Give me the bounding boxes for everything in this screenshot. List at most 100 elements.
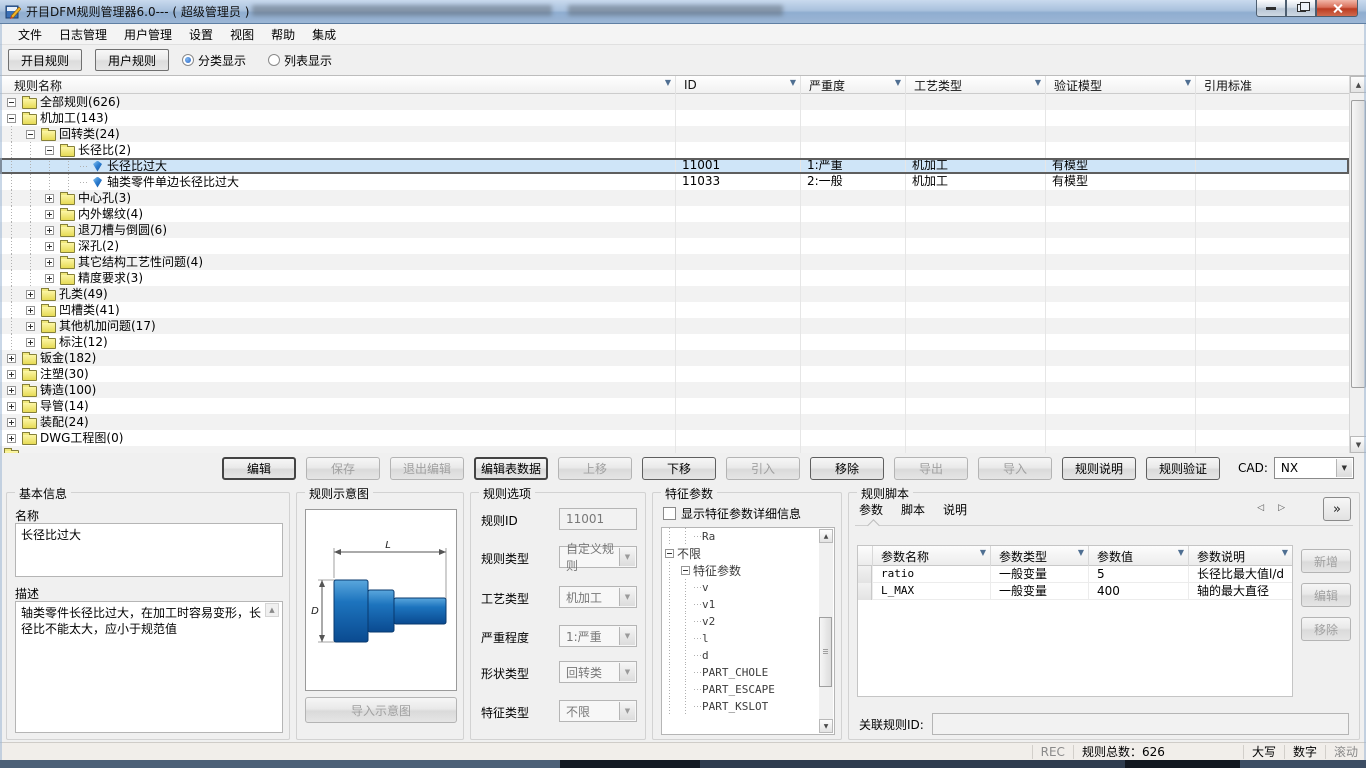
menu-item-1[interactable]: 日志管理 xyxy=(59,26,107,43)
close-button[interactable] xyxy=(1316,0,1358,17)
collapse-icon[interactable] xyxy=(7,114,16,123)
expand-icon[interactable] xyxy=(7,370,16,379)
sort-dropdown-icon[interactable] xyxy=(980,548,986,557)
option-select-1[interactable]: 自定义规则 xyxy=(559,546,637,568)
action-button-9[interactable]: 导入 xyxy=(978,457,1052,480)
tree-row[interactable]: 全部规则(626) xyxy=(0,94,1349,110)
expand-icon[interactable] xyxy=(45,258,54,267)
tree-row[interactable]: DWG工程图(0) xyxy=(0,430,1349,446)
tree-row[interactable]: 注塑(30) xyxy=(0,366,1349,382)
expand-panel-button[interactable] xyxy=(1323,497,1351,521)
feature-tree-item[interactable]: l xyxy=(662,630,834,647)
sort-dropdown-icon[interactable] xyxy=(790,78,796,87)
menu-item-5[interactable]: 帮助 xyxy=(271,26,295,43)
tree-row[interactable]: 钣金(182) xyxy=(0,350,1349,366)
tree-row[interactable] xyxy=(0,446,1349,453)
restore-button[interactable] xyxy=(1286,0,1316,17)
action-button-1[interactable]: 保存 xyxy=(306,457,380,480)
name-input[interactable]: 长径比过大 xyxy=(15,523,283,577)
sort-dropdown-icon[interactable] xyxy=(1185,78,1191,87)
column-header-3[interactable]: 工艺类型 xyxy=(905,76,1045,94)
collapse-icon[interactable] xyxy=(681,566,690,575)
param-row-selector[interactable] xyxy=(858,566,872,583)
param-row-selector[interactable] xyxy=(858,583,872,600)
minimize-button[interactable] xyxy=(1256,0,1286,17)
tree-row[interactable]: 内外螺纹(4) xyxy=(0,206,1349,222)
param-column-header-2[interactable]: 参数值 xyxy=(1088,546,1188,566)
action-button-2[interactable]: 退出编辑 xyxy=(390,457,464,480)
action-button-6[interactable]: 引入 xyxy=(726,457,800,480)
tree-row[interactable]: 中心孔(3) xyxy=(0,190,1349,206)
action-button-8[interactable]: 导出 xyxy=(894,457,968,480)
feature-tree-item[interactable]: 不限 xyxy=(662,545,834,562)
scroll-up-icon[interactable] xyxy=(265,603,279,617)
tree-row[interactable]: 装配(24) xyxy=(0,414,1349,430)
expand-icon[interactable] xyxy=(7,434,16,443)
radio-category-display[interactable]: 分类显示 xyxy=(182,52,246,69)
column-header-4[interactable]: 验证模型 xyxy=(1045,76,1195,94)
scroll-down-icon[interactable] xyxy=(819,719,833,733)
feature-tree-item[interactable]: PART_CHOLE xyxy=(662,664,834,681)
show-details-checkbox[interactable]: 显示特征参数详细信息 xyxy=(663,505,801,522)
tree-row[interactable]: 回转类(24) xyxy=(0,126,1349,142)
expand-icon[interactable] xyxy=(45,274,54,283)
scrollbar-thumb[interactable] xyxy=(819,617,832,687)
column-header-5[interactable]: 引用标准 xyxy=(1195,76,1366,94)
expand-icon[interactable] xyxy=(7,418,16,427)
tree-row[interactable]: 机加工(143) xyxy=(0,110,1349,126)
action-button-0[interactable]: 编辑 xyxy=(222,457,296,480)
tree-row[interactable]: 标注(12) xyxy=(0,334,1349,350)
collapse-icon[interactable] xyxy=(26,130,35,139)
dropdown-arrow-icon[interactable] xyxy=(1336,459,1352,477)
param-row[interactable]: ratio一般变量5长径比最大值l/d xyxy=(858,566,1292,583)
user-rules-button[interactable]: 用户规则 xyxy=(95,49,169,71)
expand-icon[interactable] xyxy=(26,322,35,331)
tree-row[interactable]: 退刀槽与倒圆(6) xyxy=(0,222,1349,238)
feature-tree-item[interactable]: v2 xyxy=(662,613,834,630)
sort-dropdown-icon[interactable] xyxy=(1035,78,1041,87)
menu-item-2[interactable]: 用户管理 xyxy=(124,26,172,43)
sort-dropdown-icon[interactable] xyxy=(1282,548,1288,557)
expand-icon[interactable] xyxy=(7,354,16,363)
option-value-0[interactable]: 11001 xyxy=(559,508,637,530)
import-diagram-button[interactable]: 导入示意图 xyxy=(305,697,457,723)
description-input[interactable]: 轴类零件长径比过大，在加工时容易变形，长径比不能太大，应小于规范值 xyxy=(15,601,283,733)
action-button-10[interactable]: 规则说明 xyxy=(1062,457,1136,480)
expand-icon[interactable] xyxy=(45,242,54,251)
tab-prev-icon[interactable] xyxy=(1257,503,1264,513)
param-column-header-3[interactable]: 参数说明 xyxy=(1188,546,1292,566)
feature-tree-item[interactable]: PART_KSLOT xyxy=(662,698,834,715)
collapse-icon[interactable] xyxy=(665,549,674,558)
expand-icon[interactable] xyxy=(26,290,35,299)
scroll-up-icon[interactable] xyxy=(819,529,833,543)
column-header-0[interactable]: 规则名称 xyxy=(0,76,675,94)
feature-tree-item[interactable]: Ra xyxy=(662,528,834,545)
tree-row[interactable]: 精度要求(3) xyxy=(0,270,1349,286)
cad-select[interactable]: NX xyxy=(1274,457,1354,479)
param-column-header-1[interactable]: 参数类型 xyxy=(990,546,1088,566)
sort-dropdown-icon[interactable] xyxy=(665,78,671,87)
feature-tree-item[interactable]: d xyxy=(662,647,834,664)
feature-params-scrollbar[interactable] xyxy=(819,529,833,733)
option-select-4[interactable]: 回转类 xyxy=(559,661,637,683)
action-button-11[interactable]: 规则验证 xyxy=(1146,457,1220,480)
tree-row[interactable]: 轴类零件单边长径比过大110332:一般机加工有模型 xyxy=(0,174,1349,190)
feature-tree-item[interactable]: v xyxy=(662,579,834,596)
param-add-button[interactable]: 新增 xyxy=(1301,549,1351,573)
tree-row[interactable]: 其它结构工艺性问题(4) xyxy=(0,254,1349,270)
action-button-7[interactable]: 移除 xyxy=(810,457,884,480)
option-select-5[interactable]: 不限 xyxy=(559,700,637,722)
feature-tree-item[interactable]: 特征参数 xyxy=(662,562,834,579)
sort-dropdown-icon[interactable] xyxy=(895,78,901,87)
km-rules-button[interactable]: 开目规则 xyxy=(8,49,82,71)
param-row[interactable]: L_MAX一般变量400轴的最大直径 xyxy=(858,583,1292,600)
action-button-5[interactable]: 下移 xyxy=(642,457,716,480)
radio-list-display[interactable]: 列表显示 xyxy=(268,52,332,69)
option-select-2[interactable]: 机加工 xyxy=(559,586,637,608)
action-button-4[interactable]: 上移 xyxy=(558,457,632,480)
param-remove-button[interactable]: 移除 xyxy=(1301,617,1351,641)
expand-icon[interactable] xyxy=(7,402,16,411)
feature-tree-item[interactable]: PART_ESCAPE xyxy=(662,681,834,698)
option-select-3[interactable]: 1:严重 xyxy=(559,625,637,647)
action-button-3[interactable]: 编辑表数据 xyxy=(474,457,548,480)
